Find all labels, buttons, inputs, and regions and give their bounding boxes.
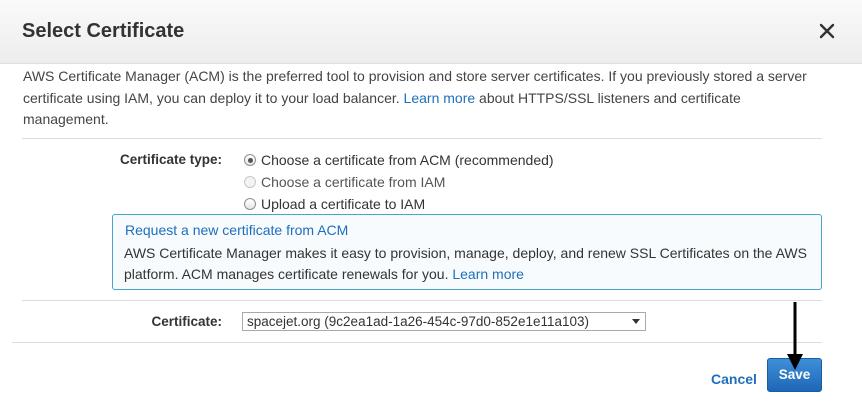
arrow-down-icon bbox=[787, 302, 803, 370]
request-certificate-link[interactable]: Request a new certificate from ACM bbox=[125, 222, 348, 238]
certificate-label: Certificate: bbox=[151, 314, 222, 329]
radio-option-acm[interactable]: Choose a certificate from ACM (recommend… bbox=[244, 150, 554, 170]
select-certificate-dialog: Select Certificate AWS Certificate Manag… bbox=[0, 0, 862, 412]
certificate-select[interactable]: spacejet.org (9c2ea1ad-1a26-454c-97d0-85… bbox=[242, 312, 646, 331]
cancel-button[interactable]: Cancel bbox=[711, 371, 757, 387]
dialog-header: Select Certificate bbox=[0, 0, 862, 64]
radio-button-iam bbox=[244, 176, 256, 188]
dialog-title: Select Certificate bbox=[22, 20, 185, 42]
certificate-type-label: Certificate type: bbox=[119, 152, 222, 167]
divider bbox=[22, 300, 822, 301]
acm-info-box: Request a new certificate from ACM AWS C… bbox=[112, 214, 822, 290]
radio-option-iam: Choose a certificate from IAM bbox=[244, 172, 445, 192]
radio-label-iam: Choose a certificate from IAM bbox=[261, 174, 446, 190]
radio-button-acm[interactable] bbox=[244, 154, 256, 166]
intro-text: AWS Certificate Manager (ACM) is the pre… bbox=[23, 66, 823, 131]
radio-option-upload[interactable]: Upload a certificate to IAM bbox=[244, 194, 425, 214]
certificate-select-value: spacejet.org (9c2ea1ad-1a26-454c-97d0-85… bbox=[247, 314, 590, 329]
learn-more-link-acm[interactable]: Learn more bbox=[452, 266, 524, 282]
info-body: AWS Certificate Manager makes it easy to… bbox=[124, 243, 814, 285]
chevron-down-icon bbox=[632, 319, 640, 324]
close-icon[interactable] bbox=[818, 22, 836, 40]
divider bbox=[12, 342, 822, 343]
radio-label-acm: Choose a certificate from ACM (recommend… bbox=[261, 152, 554, 168]
radio-button-upload[interactable] bbox=[244, 198, 256, 210]
radio-label-upload: Upload a certificate to IAM bbox=[261, 196, 426, 212]
divider bbox=[22, 138, 822, 139]
learn-more-link-intro[interactable]: Learn more bbox=[404, 90, 476, 106]
